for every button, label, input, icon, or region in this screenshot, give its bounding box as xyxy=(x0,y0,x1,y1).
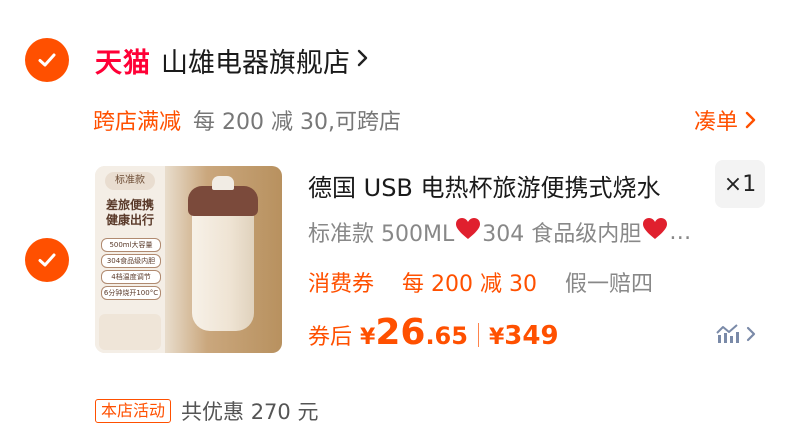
price-currency: ¥ xyxy=(360,325,376,350)
promo-tag: 跨店满减 xyxy=(93,110,182,135)
chevron-right-icon xyxy=(746,326,756,342)
thumbnail-headline-1: 差旅便携 xyxy=(105,198,154,212)
product-thumbnail[interactable]: 标准款 差旅便携 健康出行 500ml大容量 304食品级内胆 4档温度调节 6… xyxy=(95,166,282,353)
item-promo-chips: 消费券 每 200 减 30 假一赔四 xyxy=(308,266,653,298)
price-trend-button[interactable] xyxy=(715,323,757,345)
kettle-knob-image xyxy=(212,176,234,190)
price-divider xyxy=(477,323,479,347)
thumbnail-accessories xyxy=(99,314,161,350)
item-select-checkbox[interactable] xyxy=(25,238,69,282)
chevron-right-icon xyxy=(356,48,370,72)
store-header[interactable]: 天猫 山雄电器旗舰店 xyxy=(25,38,370,82)
store-name[interactable]: 山雄电器旗舰店 xyxy=(161,41,350,80)
original-price: 349 xyxy=(504,321,559,351)
price-integer: 26 xyxy=(375,312,426,353)
tmall-logo: 天猫 xyxy=(95,47,151,79)
heart-icon xyxy=(455,217,481,247)
store-activity-tag: 本店活动 xyxy=(95,399,172,423)
combine-order-label: 凑单 xyxy=(693,110,738,135)
thumbnail-feature: 4档温度调节 xyxy=(101,270,161,284)
spec-middle: 304 食品级内胆 xyxy=(482,222,642,247)
after-coupon-label: 券后 xyxy=(308,325,353,350)
coupon-chip: 消费券 xyxy=(308,272,375,297)
price-row: 券后 ¥ 26 .65 ¥ 349 xyxy=(308,312,559,358)
store-activity-desc: 共优惠 270 元 xyxy=(181,400,319,424)
combine-order-link[interactable]: 凑单 xyxy=(694,104,758,136)
thumbnail-headline-2: 健康出行 xyxy=(105,213,154,227)
check-icon xyxy=(38,253,56,267)
deal-chip: 每 200 减 30 xyxy=(402,272,537,297)
thumbnail-badge: 标准款 xyxy=(105,172,155,190)
chevron-right-icon xyxy=(745,111,756,129)
promo-description: 每 200 减 30,可跨店 xyxy=(193,110,401,135)
thumbnail-headline: 差旅便携 健康出行 xyxy=(101,198,159,228)
heart-icon xyxy=(642,217,668,247)
price-trend-icon xyxy=(716,324,739,343)
price-decimal: .65 xyxy=(425,322,468,350)
sku-spec[interactable]: 标准款 500ML 304 食品级内胆 … xyxy=(308,216,768,248)
check-icon xyxy=(38,53,56,67)
spec-prefix: 标准款 500ML xyxy=(308,222,455,247)
store-select-checkbox[interactable] xyxy=(25,38,69,82)
product-title[interactable]: 德国 USB 电热杯旅游便携式烧水 xyxy=(308,168,698,203)
guarantee-chip: 假一赔四 xyxy=(564,272,653,297)
kettle-cup-image xyxy=(192,196,254,331)
store-activity[interactable]: 本店活动 共优惠 270 元 xyxy=(95,396,318,426)
thumbnail-feature: 6分钟烧开100°C xyxy=(101,286,161,300)
kettle-lid-image xyxy=(188,186,258,216)
thumbnail-feature: 500ml大容量 xyxy=(101,238,161,252)
quantity-badge[interactable]: ×1 xyxy=(715,160,765,208)
spec-suffix: … xyxy=(669,219,692,245)
original-price-currency: ¥ xyxy=(488,325,505,350)
cross-store-promo: 跨店满减 每 200 减 30,可跨店 xyxy=(93,104,401,136)
thumbnail-feature: 304食品级内胆 xyxy=(101,254,161,268)
